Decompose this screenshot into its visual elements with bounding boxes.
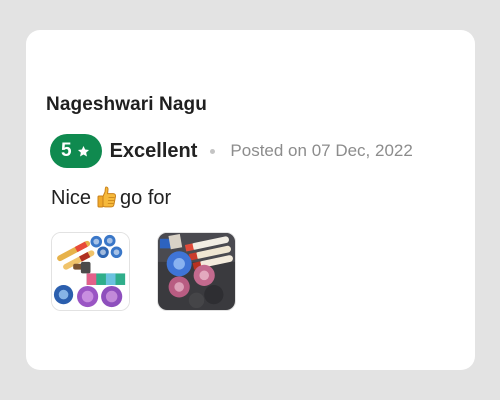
posted-date: Posted on 07 Dec, 2022 xyxy=(230,141,413,160)
review-card: Nageshwari Nagu 5 Excellent Posted on 07… xyxy=(26,30,475,370)
rating-badge: 5 xyxy=(50,134,102,168)
separator-dot xyxy=(210,148,216,154)
review-photo-2[interactable] xyxy=(157,232,236,311)
comment-text-start: Nice xyxy=(51,186,92,209)
product-collage-image xyxy=(52,233,129,310)
product-dark-image xyxy=(158,233,235,310)
thumbs-up-icon xyxy=(97,185,119,211)
star-icon xyxy=(77,145,89,156)
review-photos xyxy=(51,232,236,311)
review-comment: Nice go for xyxy=(51,185,171,211)
review-meta: 5 Excellent Posted on 07 Dec, 2022 xyxy=(50,134,413,168)
comment-text-end: go for xyxy=(120,186,172,209)
rating-label: Excellent xyxy=(109,139,198,162)
rating-value: 5 xyxy=(61,140,72,161)
reviewer-name: Nageshwari Nagu xyxy=(46,94,207,115)
review-photo-1[interactable] xyxy=(51,232,130,311)
